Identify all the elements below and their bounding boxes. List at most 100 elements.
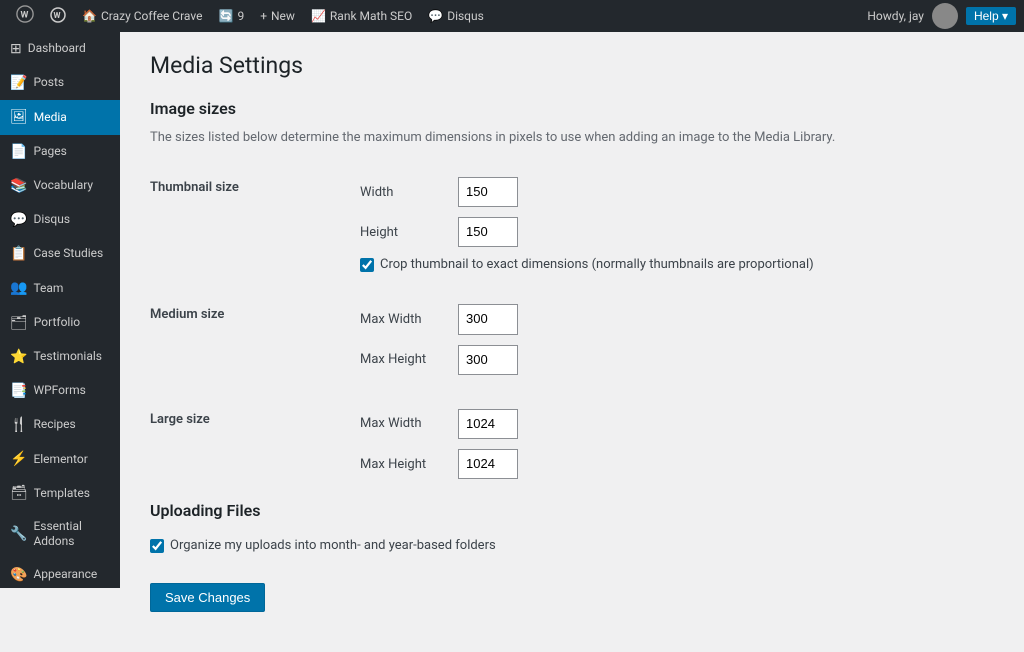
large-fields: Max Width Max Height	[350, 397, 824, 501]
thumbnail-label: Thumbnail size	[150, 165, 350, 292]
sidebar-item-appearance[interactable]: 🎨 Appearance	[0, 558, 120, 588]
sidebar-item-recipes[interactable]: 🍴 Recipes	[0, 408, 120, 442]
adminbar-site[interactable]: 🏠 Crazy Coffee Crave	[74, 0, 210, 32]
sidebar-item-media[interactable]: 🖼 Media	[0, 100, 120, 134]
rankmath-icon: 📈	[311, 9, 326, 23]
posts-icon: 📝	[10, 74, 27, 92]
pages-icon: 📄	[10, 143, 27, 161]
sidebar-item-testimonials[interactable]: ⭐ Testimonials	[0, 340, 120, 374]
thumbnail-height-input[interactable]	[458, 217, 518, 247]
sidebar-item-appearance-label: Appearance	[33, 567, 97, 583]
sidebar-item-recipes-label: Recipes	[33, 417, 75, 433]
disqus-sidebar-icon: 💬	[10, 211, 27, 229]
medium-height-input[interactable]	[458, 345, 518, 375]
sidebar-item-dashboard[interactable]: ⊞ Dashboard	[0, 32, 120, 66]
sidebar-item-templates[interactable]: 🗃 Templates	[0, 476, 120, 510]
large-size-row: Large size Max Width Max Height	[150, 397, 824, 501]
home-icon: 🏠	[82, 9, 97, 23]
sidebar-item-portfolio[interactable]: 🗂 Portfolio	[0, 306, 120, 340]
image-sizes-desc: The sizes listed below determine the max…	[150, 130, 994, 145]
thumbnail-fields: Width Height Crop thumbnail to exact dim…	[350, 165, 824, 292]
adminbar-site-name: Crazy Coffee Crave	[101, 9, 203, 23]
adminbar-rankmath-label: Rank Math SEO	[330, 9, 412, 23]
svg-text:W: W	[21, 11, 29, 21]
sidebar-item-vocabulary-label: Vocabulary	[33, 178, 93, 194]
elementor-icon: ⚡	[10, 450, 27, 468]
wpforms-icon: 📑	[10, 382, 27, 400]
large-width-row: Max Width	[360, 409, 814, 439]
sidebar-item-testimonials-label: Testimonials	[33, 349, 102, 365]
sidebar-item-essential-addons-label: Essential Addons	[33, 519, 110, 550]
sidebar-item-case-studies[interactable]: 📋 Case Studies	[0, 237, 120, 271]
adminbar-disqus[interactable]: 💬 Disqus	[420, 0, 492, 32]
avatar	[932, 3, 958, 29]
media-icon: 🖼	[10, 108, 28, 126]
adminbar-wp-logo[interactable]: W	[8, 0, 42, 32]
large-height-label: Max Height	[360, 457, 450, 472]
help-button[interactable]: Help ▾	[966, 7, 1016, 25]
organize-uploads-checkbox[interactable]	[150, 539, 164, 553]
essential-addons-icon: 🔧	[10, 525, 27, 543]
updates-icon: 🔄	[218, 9, 233, 23]
sidebar-item-vocabulary[interactable]: 📚 Vocabulary	[0, 169, 120, 203]
thumbnail-crop-row: Crop thumbnail to exact dimensions (norm…	[360, 257, 814, 272]
adminbar-updates-count: 9	[237, 9, 244, 23]
medium-fields: Max Width Max Height	[350, 292, 824, 396]
medium-height-label: Max Height	[360, 352, 450, 367]
sidebar-item-disqus[interactable]: 💬 Disqus	[0, 203, 120, 237]
wp-logo-icon: W	[16, 5, 34, 27]
thumbnail-width-row: Width	[360, 177, 814, 207]
sidebar-item-templates-label: Templates	[34, 486, 90, 502]
new-icon: +	[260, 9, 267, 23]
adminbar-new[interactable]: + New	[252, 0, 303, 32]
sidebar-item-posts[interactable]: 📝 Posts	[0, 66, 120, 100]
medium-width-input[interactable]	[458, 304, 518, 334]
sidebar-item-wpforms[interactable]: 📑 WPForms	[0, 374, 120, 408]
thumbnail-height-label: Height	[360, 225, 450, 240]
medium-width-row: Max Width	[360, 304, 814, 334]
medium-label: Medium size	[150, 292, 350, 396]
sidebar-item-team-label: Team	[33, 281, 63, 297]
adminbar-rankmath[interactable]: 📈 Rank Math SEO	[303, 0, 420, 32]
organize-uploads-row: Organize my uploads into month- and year…	[150, 538, 994, 553]
page-title: Media Settings	[150, 52, 994, 79]
organize-uploads-label: Organize my uploads into month- and year…	[170, 538, 496, 553]
medium-height-row: Max Height	[360, 345, 814, 375]
sidebar-item-case-studies-label: Case Studies	[33, 246, 103, 262]
sidebar-item-pages[interactable]: 📄 Pages	[0, 135, 120, 169]
settings-form: Thumbnail size Width Height Crop thumbna…	[150, 165, 824, 501]
sidebar-item-dashboard-label: Dashboard	[28, 41, 86, 57]
adminbar-updates[interactable]: 🔄 9	[210, 0, 252, 32]
sidebar-item-elementor[interactable]: ⚡ Elementor	[0, 442, 120, 476]
uploading-heading: Uploading Files	[150, 501, 994, 524]
thumbnail-width-input[interactable]	[458, 177, 518, 207]
disqus-icon: 💬	[428, 9, 443, 23]
medium-width-label: Max Width	[360, 312, 450, 327]
appearance-icon: 🎨	[10, 566, 27, 584]
adminbar-new-label: New	[271, 9, 295, 23]
templates-icon: 🗃	[10, 484, 28, 502]
adminbar-howdy: Howdy, jay	[867, 9, 924, 23]
adminbar-disqus-label: Disqus	[447, 9, 484, 23]
sidebar-item-wpforms-label: WPForms	[33, 383, 85, 399]
dashboard-icon: ⊞	[10, 40, 22, 58]
thumbnail-width-label: Width	[360, 185, 450, 200]
large-height-input[interactable]	[458, 449, 518, 479]
wp-circle-icon: W	[50, 7, 66, 26]
team-icon: 👥	[10, 279, 27, 297]
sidebar-item-team[interactable]: 👥 Team	[0, 271, 120, 305]
large-height-row: Max Height	[360, 449, 814, 479]
portfolio-icon: 🗂	[10, 314, 28, 332]
sidebar-item-essential-addons[interactable]: 🔧 Essential Addons	[0, 511, 120, 558]
large-width-input[interactable]	[458, 409, 518, 439]
sidebar: ⊞ Dashboard 📝 Posts 🖼 Media 📄 Pages 📚 Vo…	[0, 32, 120, 588]
large-width-label: Max Width	[360, 416, 450, 431]
sidebar-item-pages-label: Pages	[33, 144, 66, 160]
save-changes-button[interactable]: Save Changes	[150, 583, 265, 612]
sidebar-item-elementor-label: Elementor	[33, 452, 87, 468]
sidebar-item-posts-label: Posts	[33, 75, 64, 91]
sidebar-item-disqus-label: Disqus	[33, 212, 70, 228]
adminbar-wp-icon[interactable]: W	[42, 0, 74, 32]
thumbnail-crop-checkbox[interactable]	[360, 258, 374, 272]
main-content: Media Settings Image sizes The sizes lis…	[120, 32, 1024, 652]
